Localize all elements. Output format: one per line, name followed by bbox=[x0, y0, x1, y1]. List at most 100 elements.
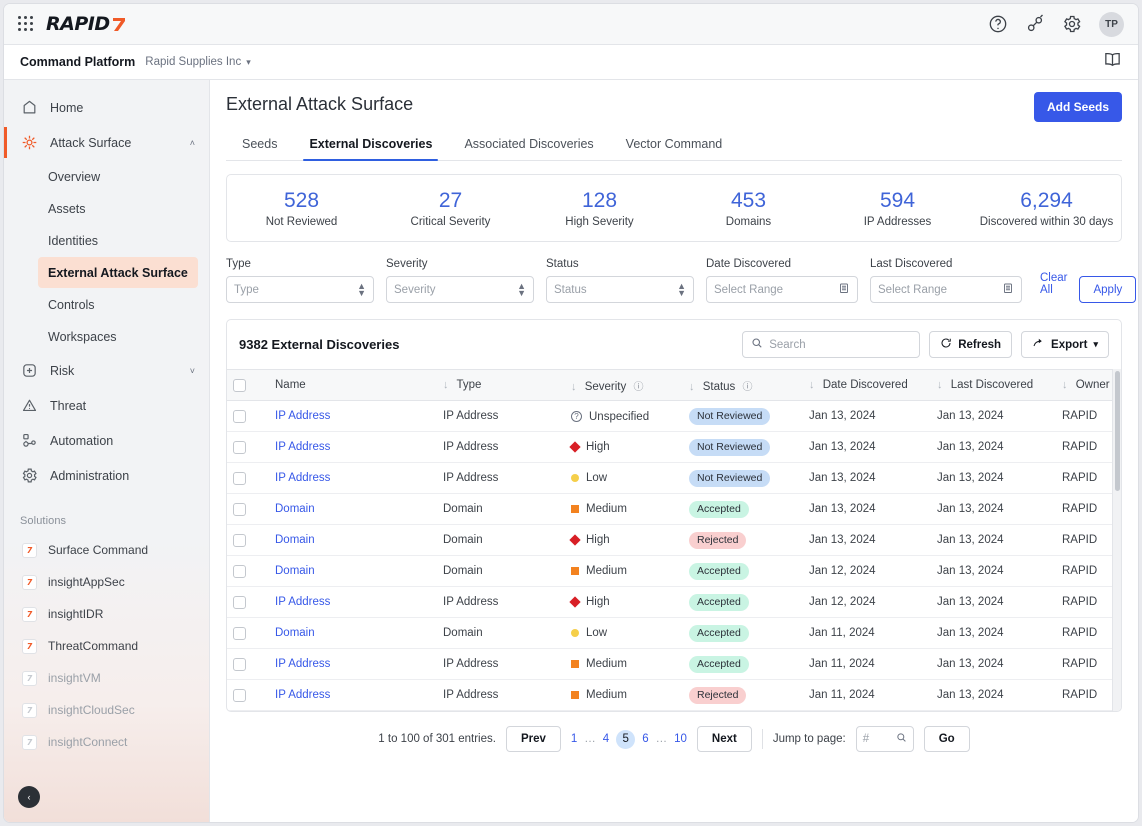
row-checkbox[interactable] bbox=[233, 534, 246, 547]
tab-external-discoveries[interactable]: External Discoveries bbox=[293, 129, 448, 160]
solution-label: ThreatCommand bbox=[48, 639, 138, 653]
name-link[interactable]: IP Address bbox=[275, 658, 330, 670]
severity-select[interactable]: Severity ▲▼ bbox=[386, 276, 534, 303]
row-checkbox[interactable] bbox=[233, 596, 246, 609]
sidebar-item-insightidr[interactable]: 7 insightIDR bbox=[4, 598, 209, 630]
search-input[interactable]: Search bbox=[742, 331, 920, 358]
add-seeds-button[interactable]: Add Seeds bbox=[1034, 92, 1122, 122]
subnav-label: Controls bbox=[48, 298, 95, 312]
sidebar-item-workspaces[interactable]: Workspaces bbox=[38, 321, 198, 352]
gear-icon[interactable] bbox=[1062, 14, 1082, 34]
table-row[interactable]: DomainDomainMediumAcceptedJan 13, 2024Ja… bbox=[227, 494, 1121, 525]
sidebar-item-automation[interactable]: Automation bbox=[4, 423, 209, 458]
help-icon[interactable] bbox=[988, 14, 1008, 34]
name-link[interactable]: Domain bbox=[275, 627, 315, 639]
row-checkbox[interactable] bbox=[233, 658, 246, 671]
go-button[interactable]: Go bbox=[924, 726, 970, 752]
sidebar-item-attack-surface[interactable]: Attack Surface ˄ bbox=[4, 125, 209, 160]
name-link[interactable]: IP Address bbox=[275, 472, 330, 484]
table-row[interactable]: DomainDomainLowAcceptedJan 11, 2024Jan 1… bbox=[227, 618, 1121, 649]
table-row[interactable]: DomainDomainHighRejectedJan 13, 2024Jan … bbox=[227, 525, 1121, 556]
sidebar-item-identities[interactable]: Identities bbox=[38, 225, 198, 256]
column-header-last-discovered[interactable]: ↓ Last Discovered bbox=[931, 370, 1056, 401]
page-number[interactable]: 10 bbox=[674, 733, 687, 745]
name-link[interactable]: Domain bbox=[275, 565, 315, 577]
row-checkbox[interactable] bbox=[233, 627, 246, 640]
name-link[interactable]: IP Address bbox=[275, 689, 330, 701]
select-all-checkbox[interactable] bbox=[233, 379, 246, 392]
sidebar-item-insightcloudsec[interactable]: 7 insightCloudSec bbox=[4, 694, 209, 726]
org-name[interactable]: Rapid Supplies Inc bbox=[145, 56, 241, 68]
sidebar-item-controls[interactable]: Controls bbox=[38, 289, 198, 320]
clear-all-button[interactable]: Clear All bbox=[1040, 272, 1067, 303]
sidebar-item-risk[interactable]: Risk ˅ bbox=[4, 353, 209, 388]
chevron-up-icon[interactable]: ˄ bbox=[190, 138, 195, 148]
page-number[interactable]: 1 bbox=[571, 733, 577, 745]
sidebar-item-surface-command[interactable]: 7 Surface Command bbox=[4, 534, 209, 566]
name-link[interactable]: Domain bbox=[275, 534, 315, 546]
info-icon[interactable]: ⓘ bbox=[633, 382, 643, 393]
page-number[interactable]: 6 bbox=[642, 733, 648, 745]
column-header-status[interactable]: ↓ Status ⓘ bbox=[683, 370, 803, 401]
column-header-date-discovered[interactable]: ↓ Date Discovered bbox=[803, 370, 931, 401]
row-checkbox[interactable] bbox=[233, 503, 246, 516]
status-badge: Not Reviewed bbox=[689, 470, 770, 487]
tab-seeds[interactable]: Seeds bbox=[226, 129, 293, 160]
sidebar-item-overview[interactable]: Overview bbox=[38, 161, 198, 192]
connections-icon[interactable] bbox=[1025, 14, 1045, 34]
table-row[interactable]: IP AddressIP AddressHighAcceptedJan 12, … bbox=[227, 587, 1121, 618]
row-checkbox[interactable] bbox=[233, 689, 246, 702]
sidebar-item-threatcommand[interactable]: 7 ThreatCommand bbox=[4, 630, 209, 662]
sidebar-item-assets[interactable]: Assets bbox=[38, 193, 198, 224]
next-page-button[interactable]: Next bbox=[697, 726, 752, 752]
sidebar-item-insightvm[interactable]: 7 insightVM bbox=[4, 662, 209, 694]
table-row[interactable]: IP AddressIP AddressMediumRejectedJan 11… bbox=[227, 680, 1121, 711]
cell-date-discovered: Jan 13, 2024 bbox=[803, 525, 931, 556]
page-number[interactable]: 4 bbox=[603, 733, 609, 745]
prev-page-button[interactable]: Prev bbox=[506, 726, 561, 752]
status-select[interactable]: Status ▲▼ bbox=[546, 276, 694, 303]
org-chevron-down-icon[interactable]: ▾ bbox=[246, 57, 251, 68]
tab-vector-command[interactable]: Vector Command bbox=[610, 129, 739, 160]
info-icon[interactable]: ⓘ bbox=[743, 382, 753, 393]
table-row[interactable]: IP AddressIP AddressLowNot ReviewedJan 1… bbox=[227, 463, 1121, 494]
row-checkbox[interactable] bbox=[233, 441, 246, 454]
name-link[interactable]: Domain bbox=[275, 503, 315, 515]
name-link[interactable]: IP Address bbox=[275, 596, 330, 608]
cell-type: IP Address bbox=[437, 587, 565, 618]
sidebar-item-threat[interactable]: Threat bbox=[4, 388, 209, 423]
table-row[interactable]: IP AddressIP Address?UnspecifiedNot Revi… bbox=[227, 401, 1121, 432]
row-checkbox[interactable] bbox=[233, 565, 246, 578]
table-row[interactable]: DomainDomainMediumAcceptedJan 12, 2024Ja… bbox=[227, 556, 1121, 587]
table-row[interactable]: IP AddressIP AddressMediumAcceptedJan 11… bbox=[227, 649, 1121, 680]
page-number-current[interactable]: 5 bbox=[616, 730, 635, 749]
column-header-name[interactable]: Name bbox=[269, 370, 437, 401]
sidebar-item-external-attack-surface[interactable]: External Attack Surface bbox=[38, 257, 198, 288]
table-row[interactable]: IP AddressIP AddressHighNot ReviewedJan … bbox=[227, 432, 1121, 463]
type-select[interactable]: Type ▲▼ bbox=[226, 276, 374, 303]
apply-filters-button[interactable]: Apply bbox=[1079, 276, 1136, 303]
tab-associated-discoveries[interactable]: Associated Discoveries bbox=[448, 129, 609, 160]
export-button[interactable]: Export ▾ bbox=[1021, 331, 1109, 358]
refresh-button[interactable]: Refresh bbox=[929, 331, 1012, 358]
last-discovered-range-input[interactable]: Select Range bbox=[870, 276, 1022, 303]
name-link[interactable]: IP Address bbox=[275, 441, 330, 453]
user-avatar[interactable]: TP bbox=[1099, 12, 1124, 37]
app-switcher-icon[interactable] bbox=[18, 16, 34, 32]
sidebar-item-insightappsec[interactable]: 7 insightAppSec bbox=[4, 566, 209, 598]
sidebar-collapse-button[interactable]: ‹ bbox=[18, 786, 40, 808]
column-header-severity[interactable]: ↓ Severity ⓘ bbox=[565, 370, 683, 401]
sidebar-item-administration[interactable]: Administration bbox=[4, 458, 209, 493]
row-checkbox[interactable] bbox=[233, 472, 246, 485]
row-checkbox[interactable] bbox=[233, 410, 246, 423]
documentation-book-icon[interactable] bbox=[1103, 50, 1122, 69]
jump-to-page-input[interactable]: # bbox=[856, 726, 914, 752]
rapid7-logo[interactable]: RAPID bbox=[46, 13, 127, 35]
sidebar-item-insightconnect[interactable]: 7 insightConnect bbox=[4, 726, 209, 758]
name-link[interactable]: IP Address bbox=[275, 410, 330, 422]
date-discovered-range-input[interactable]: Select Range bbox=[706, 276, 858, 303]
sidebar-item-home[interactable]: Home bbox=[4, 90, 209, 125]
column-header-type[interactable]: ↓ Type bbox=[437, 370, 565, 401]
chevron-down-icon[interactable]: ˅ bbox=[190, 366, 195, 376]
table-vertical-scrollbar[interactable] bbox=[1112, 369, 1121, 711]
